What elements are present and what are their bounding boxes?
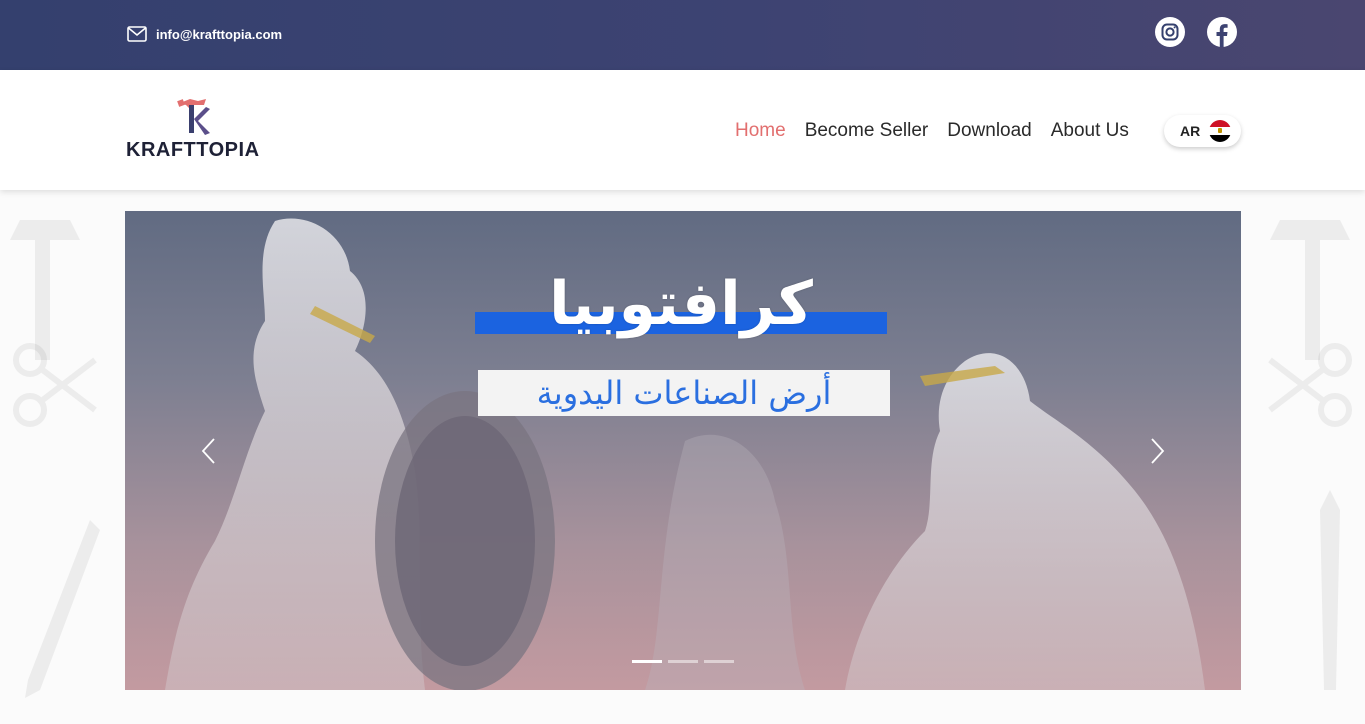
chevron-left-icon[interactable] (199, 436, 219, 466)
logo-text: KRAFTTOPIA (126, 139, 260, 161)
language-switch[interactable]: AR (1164, 115, 1241, 147)
carousel-indicators (632, 660, 734, 663)
hero-carousel[interactable]: كرافتوبيا أرض الصناعات اليدوية (125, 211, 1241, 690)
brush-pattern-icon (1320, 490, 1340, 690)
facebook-icon[interactable] (1207, 17, 1237, 47)
chevron-right-icon[interactable] (1147, 436, 1167, 466)
nav-home[interactable]: Home (735, 120, 786, 142)
nav-become-seller[interactable]: Become Seller (805, 120, 929, 142)
slide-subtitle: أرض الصناعات اليدوية (478, 370, 890, 416)
slide-title: كرافتوبيا (549, 269, 813, 339)
instagram-icon[interactable] (1155, 17, 1185, 47)
language-code: AR (1180, 123, 1201, 139)
main-nav: Home Become Seller Download About Us (735, 120, 1129, 142)
email-text: info@krafttopia.com (156, 26, 283, 42)
scissors-pattern-icon (13, 343, 97, 427)
site-logo[interactable]: KRAFTTOPIA (126, 97, 276, 167)
carousel-indicator-2[interactable] (668, 660, 698, 663)
navbar: KRAFTTOPIA Home Become Seller Download A… (0, 70, 1365, 190)
mail-icon (127, 26, 147, 42)
scissors-pattern-icon-right (1268, 343, 1352, 427)
nav-download[interactable]: Download (947, 120, 1032, 142)
email-link[interactable]: info@krafttopia.com (127, 26, 282, 42)
carousel-indicator-1[interactable] (632, 660, 662, 663)
top-bar: info@krafttopia.com (0, 0, 1365, 70)
nav-about-us[interactable]: About Us (1051, 120, 1129, 142)
logo-mark-icon (177, 99, 210, 135)
egypt-flag-icon (1209, 120, 1232, 142)
pencil-pattern-icon (25, 520, 100, 698)
carousel-indicator-3[interactable] (704, 660, 734, 663)
